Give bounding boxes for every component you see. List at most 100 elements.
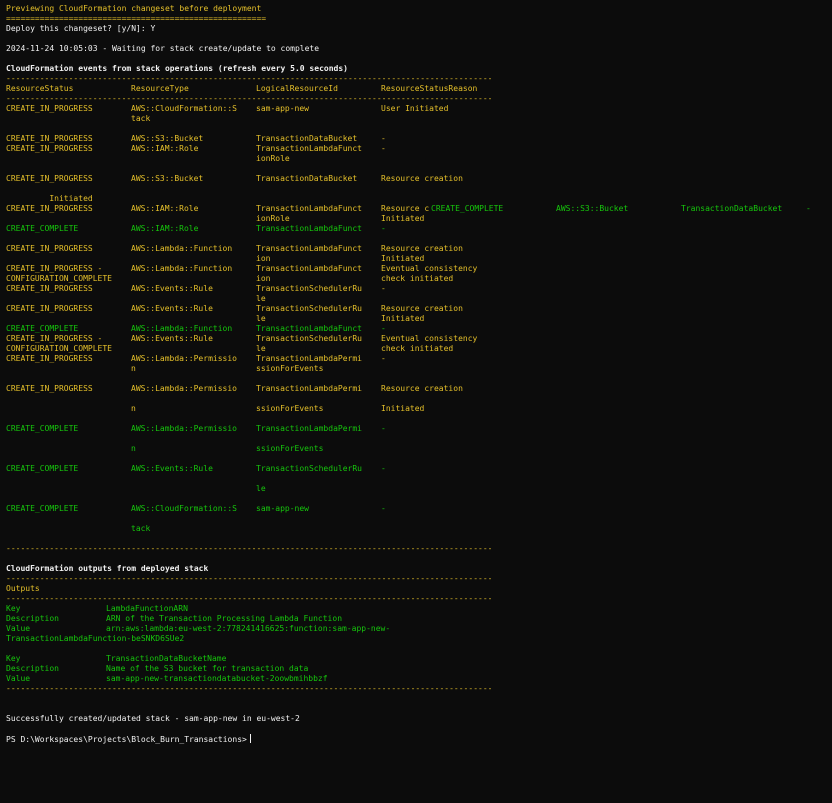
event-reason: - [381, 464, 386, 473]
output-value: ARN of the Transaction Processing Lambda… [106, 614, 343, 623]
event-type: n [131, 364, 136, 373]
event-status: CREATE_IN_PROGRESS [6, 204, 93, 213]
output-label: Key [6, 604, 21, 613]
terminal-window[interactable]: Previewing CloudFormation changeset befo… [0, 0, 832, 803]
event-reason: - [381, 284, 386, 293]
event-reason: - [381, 424, 386, 433]
events-rule-bottom: ----------------------------------------… [6, 544, 491, 553]
event-logical: TransactionSchedulerRu [256, 464, 362, 473]
event-logical: TransactionLambdaFunct [256, 204, 362, 213]
event-logical: TransactionLambdaFunct [256, 244, 362, 253]
event-status: Initiated [6, 194, 93, 203]
event-reason: Resource c [381, 204, 430, 213]
event-type: AWS::Lambda::Function [131, 264, 233, 273]
event-logical: LogicalResourceId [256, 84, 338, 93]
event-type: n [131, 404, 136, 413]
event-reason: - [381, 504, 386, 513]
event-logical: TransactionLambdaFunct [256, 224, 362, 233]
event-status: ResourceStatus [6, 84, 74, 93]
event-row: ionRole [6, 154, 826, 164]
event-logical: TransactionLambdaFunct [256, 324, 362, 333]
event-status: CREATE_COMPLETE [6, 324, 79, 333]
event-row: CREATE_IN_PROGRESS AWS::Events::Rule Trans… [6, 284, 826, 294]
event-logical: sam-app-new [256, 504, 309, 513]
event-row: CREATE_COMPLETE AWS::Events::Rule Transact… [6, 464, 826, 474]
event-logical: TransactionLambdaPermi [256, 424, 362, 433]
output-value: Name of the S3 bucket for transaction da… [106, 664, 309, 673]
event-logical: TransactionDataBucket [681, 204, 783, 213]
output-value: LambdaFunctionARN [106, 604, 188, 613]
output-key: Key LambdaFunctionARN [6, 604, 806, 614]
event-status: CREATE_IN_PROGRESS [6, 244, 93, 253]
event-row [6, 494, 826, 504]
events-header-row: ResourceStatus ResourceType LogicalResourc… [6, 84, 826, 94]
event-logical: TransactionSchedulerRu [256, 284, 362, 293]
event-logical: TransactionLambdaPermi [256, 384, 362, 393]
event-logical: ion [256, 274, 271, 283]
text-cursor [249, 734, 251, 743]
event-logical: ionRole [256, 154, 290, 163]
output-description: Description ARN of the Transaction Proces… [6, 614, 806, 624]
event-status: CREATE_IN_PROGRESS [6, 104, 93, 113]
event-row: tack [6, 114, 826, 124]
output-value: sam-app-new-transactiondatabucket-2oowbm… [106, 674, 328, 683]
event-logical: TransactionSchedulerRu [256, 304, 362, 313]
event-logical: ssionForEvents [256, 444, 324, 453]
event-reason: Initiated [381, 314, 425, 323]
event-reason: Resource creation [381, 304, 463, 313]
event-row: ionRole Initiated [6, 214, 826, 224]
event-type: n [131, 444, 136, 453]
event-row: CREATE_IN_PROGRESS - AWS::Events::Rule Tra… [6, 334, 826, 344]
event-type: AWS::CloudFormation::S [131, 504, 237, 513]
event-status: CONFIGURATION_COMPLETE [6, 274, 112, 283]
events-title: CloudFormation events from stack operati… [6, 64, 348, 73]
shell-prompt[interactable]: PS D:\Workspaces\Projects\Block_Burn_Tra… [6, 734, 251, 744]
event-logical: le [256, 484, 266, 493]
event-logical: TransactionLambdaPermi [256, 354, 362, 363]
outputs-rule-bottom: ----------------------------------------… [6, 684, 491, 693]
event-row: le [6, 484, 826, 494]
event-logical: ssionForEvents [256, 364, 324, 373]
event-type: AWS::CloudFormation::S [131, 104, 237, 113]
events-rule-header: ----------------------------------------… [6, 94, 491, 103]
event-row: CREATE_IN_PROGRESS AWS::IAM::Role Transact… [6, 144, 826, 154]
event-type: AWS::Lambda::Function [131, 244, 233, 253]
event-row: CREATE_IN_PROGRESS AWS::S3::Bucket Transac… [6, 134, 826, 144]
output-value: arn:aws:lambda:eu-west-2:778241416625:fu… [106, 624, 391, 633]
event-status: CREATE_IN_PROGRESS [6, 134, 93, 143]
event-type: AWS::IAM::Role [131, 204, 199, 213]
event-status: CREATE_COMPLETE [431, 204, 504, 213]
events-rule-top: ----------------------------------------… [6, 74, 491, 83]
event-type: AWS::IAM::Role [131, 144, 199, 153]
event-row: tack [6, 524, 826, 534]
output-value-continued: TransactionLambdaFunction-beSNKD6SUe2 [6, 634, 185, 643]
event-reason: Eventual consistency [381, 264, 478, 273]
event-reason: Initiated [381, 404, 425, 413]
event-type: AWS::Events::Rule [131, 284, 213, 293]
event-reason: User Initiated [381, 104, 449, 113]
event-type: AWS::Lambda::Permissio [131, 384, 237, 393]
event-logical: TransactionLambdaFunct [256, 264, 362, 273]
event-reason: Eventual consistency [381, 334, 478, 343]
event-type: AWS::S3::Bucket [556, 204, 629, 213]
event-type: AWS::Events::Rule [131, 334, 213, 343]
event-logical: le [256, 294, 266, 303]
event-row: CREATE_IN_PROGRESS AWS::CloudFormation::S… [6, 104, 826, 114]
event-row [6, 474, 826, 484]
event-type: tack [131, 524, 151, 533]
event-row: CREATE_IN_PROGRESS AWS::Lambda::Permissio… [6, 384, 826, 394]
event-status: CREATE_IN_PROGRESS [6, 144, 93, 153]
event-type: AWS::Events::Rule [131, 304, 213, 313]
event-row: le [6, 294, 826, 304]
output-value-row: Value arn:aws:lambda:eu-west-2:7782414166… [6, 624, 806, 634]
output-label: Key [6, 654, 21, 663]
event-type: AWS::S3::Bucket [131, 134, 204, 143]
event-status: CREATE_IN_PROGRESS - [6, 334, 103, 343]
event-row: CREATE_IN_PROGRESS AWS::Lambda::Function T… [6, 244, 826, 254]
event-row: CREATE_COMPLETE AWS::Lambda::Permissio Tra… [6, 424, 826, 434]
event-reason: Resource creation [381, 244, 463, 253]
event-row [6, 454, 826, 464]
event-row: CREATE_COMPLETE AWS::Lambda::Function Tran… [6, 324, 826, 334]
event-status: CREATE_IN_PROGRESS [6, 354, 93, 363]
event-status: CONFIGURATION_COMPLETE [6, 344, 112, 353]
